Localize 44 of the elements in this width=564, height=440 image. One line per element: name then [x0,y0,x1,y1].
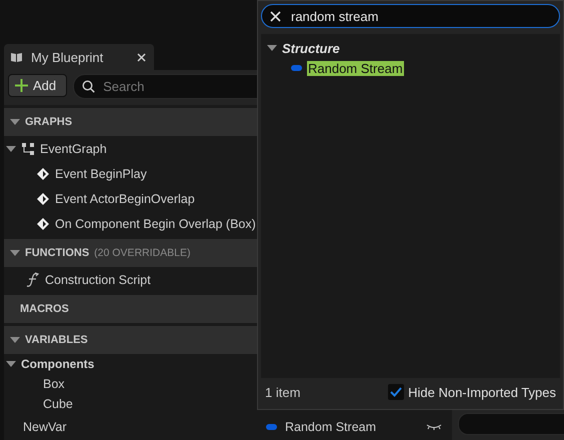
search-field[interactable] [458,413,564,435]
section-title: VARIABLES [25,334,88,346]
expand-arrow-icon[interactable] [10,337,20,343]
eye-icon[interactable] [426,422,442,430]
expand-arrow-icon[interactable] [6,361,16,367]
search-icon [82,80,96,93]
function-item[interactable]: Construction Script [45,272,151,286]
event-item[interactable]: Event ActorBeginOverlap [55,192,195,206]
result-item[interactable]: Random Stream [307,60,404,76]
search-field[interactable]: random stream [261,4,560,28]
component-item[interactable]: Box [43,377,65,391]
checkbox[interactable] [388,384,404,400]
variable-item[interactable]: NewVar [23,420,67,434]
component-item[interactable]: Cube [43,397,73,411]
function-icon [26,272,40,288]
plus-icon [15,79,28,92]
section-title: FUNCTIONS [25,247,90,259]
expand-arrow-icon[interactable] [10,119,20,125]
search-input[interactable]: Search [101,78,443,95]
category-label[interactable]: Components [21,357,94,371]
event-item[interactable]: Event BeginPlay [55,166,147,180]
expand-arrow-icon[interactable] [267,45,277,51]
graph-icon [21,142,35,156]
graph-item[interactable]: EventGraph [40,142,107,156]
add-button[interactable]: Add [8,74,68,97]
category-label[interactable]: Structure [282,40,340,56]
panel-tab[interactable]: My Blueprint [4,44,154,70]
event-icon [36,216,50,230]
event-icon [36,166,50,180]
item-count: 1 item [265,384,300,400]
close-icon[interactable] [137,52,146,62]
checkbox-label: Hide Non-Imported Types [408,384,556,400]
search-input[interactable]: random stream [289,8,551,24]
section-title: MACROS [20,303,69,315]
check-icon [390,387,402,397]
event-item[interactable]: On Component Begin Overlap (Box) [55,216,256,230]
variable-type[interactable]: Random Stream [285,420,376,434]
expand-arrow-icon[interactable] [6,146,16,152]
section-title: GRAPHS [25,116,72,128]
event-icon [36,192,50,206]
clear-icon[interactable] [270,10,281,22]
section-note: (20 OVERRIDABLE) [94,247,190,259]
book-icon [10,51,23,63]
expand-arrow-icon[interactable] [10,250,20,256]
